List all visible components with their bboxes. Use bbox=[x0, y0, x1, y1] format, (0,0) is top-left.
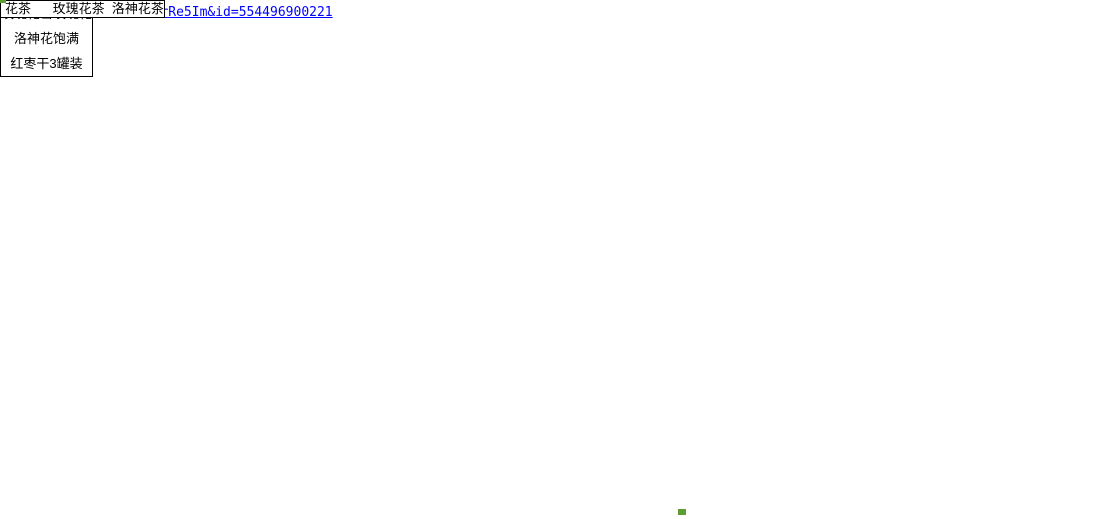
selection-handle-gap bbox=[679, 499, 687, 509]
spreadsheet-view: 非标品 编号 地址 参考宝贝1 参考宝贝2 参考宝贝3 https://item… bbox=[0, 0, 1096, 519]
high-conversion-keywords-baobei1-cell[interactable]: 花茶 玫瑰花茶 洛神花茶 bbox=[0, 0, 165, 18]
high-conversion-keywords-baobei3-cell[interactable] bbox=[0, 0, 2, 2]
selection-fill-handle[interactable] bbox=[678, 509, 686, 515]
